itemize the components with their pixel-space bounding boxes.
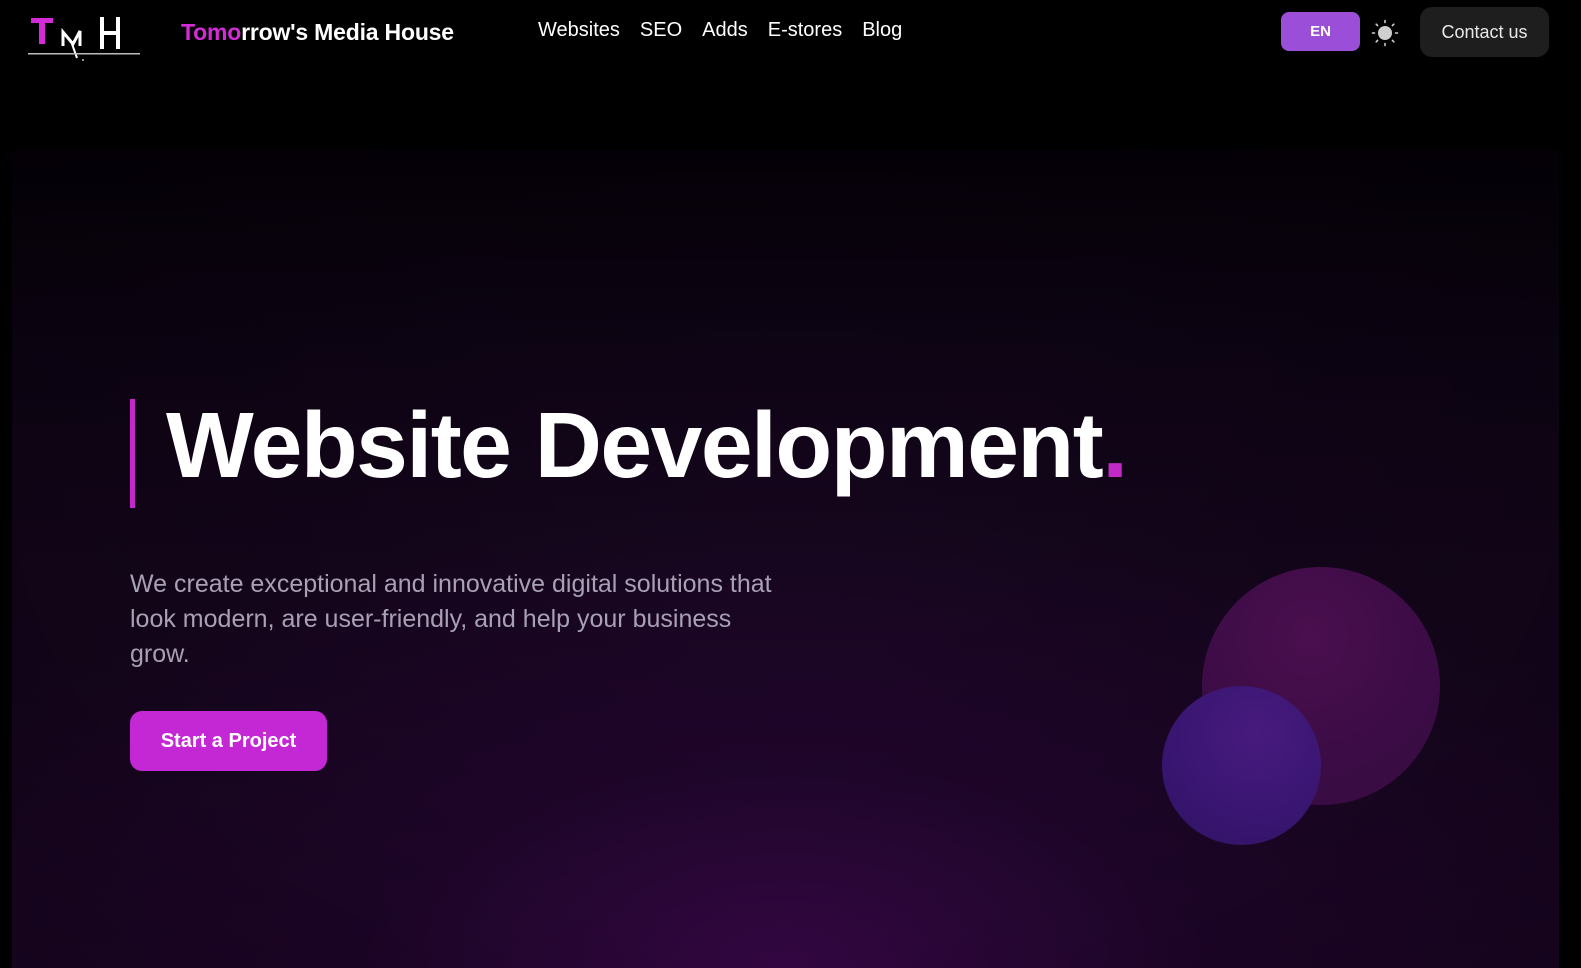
nav-item-e-stores[interactable]: E-stores	[768, 19, 842, 42]
theme-toggle[interactable]	[1371, 19, 1399, 47]
start-project-button[interactable]: Start a Project	[130, 711, 327, 771]
nav-item-websites[interactable]: Websites	[538, 19, 620, 42]
hero-section: Website Development. We create exception…	[12, 150, 1559, 968]
language-button[interactable]: EN	[1281, 12, 1360, 51]
tmh-logo-icon	[28, 17, 140, 61]
hero-title-dot: .	[1102, 393, 1128, 497]
hero-description: We create exceptional and innovative dig…	[130, 570, 772, 668]
nav-item-seo[interactable]: SEO	[640, 19, 682, 42]
title-accent-bar	[130, 399, 135, 508]
main-nav: Websites SEO Adds E-stores Blog	[538, 19, 902, 42]
contact-button[interactable]: Contact us	[1420, 7, 1549, 57]
brand-name-rest: rrow's Media House	[241, 19, 454, 45]
hero-title-text: Website Development	[166, 393, 1104, 497]
brand-name[interactable]: Tomorrow's Media House	[181, 19, 454, 46]
hero-title: Website Development.	[166, 390, 1128, 502]
site-header: Tomorrow's Media House Websites SEO Adds…	[0, 0, 1581, 66]
nav-item-adds[interactable]: Adds	[702, 19, 748, 42]
decorative-circle-small	[1162, 686, 1321, 845]
logo[interactable]	[28, 14, 140, 64]
sun-icon	[1371, 19, 1399, 47]
brand-name-accent: Tomo	[181, 19, 242, 45]
nav-item-blog[interactable]: Blog	[862, 19, 902, 42]
